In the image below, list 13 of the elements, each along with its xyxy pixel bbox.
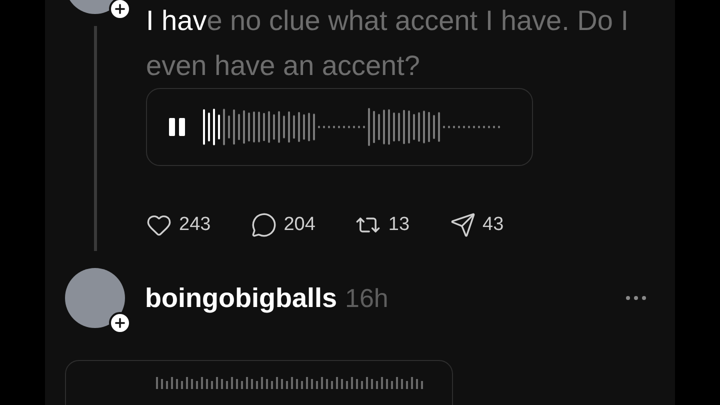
- audio-waveform[interactable]: [203, 107, 503, 147]
- action-count: 43: [482, 213, 504, 237]
- speech-bubble-icon[interactable]: [250, 212, 277, 238]
- action-count: 13: [388, 213, 410, 237]
- paper-plane-icon[interactable]: [450, 212, 476, 238]
- follow-plus-icon[interactable]: [109, 0, 131, 20]
- pause-icon[interactable]: [169, 118, 185, 136]
- action-count: 204: [284, 213, 316, 237]
- post-caption: I have no clue what accent I have. Do I even have an accent?: [146, 4, 630, 83]
- action-count: 243: [179, 213, 211, 237]
- more-options-icon[interactable]: [626, 296, 646, 300]
- username[interactable]: boingobigballs: [145, 278, 337, 318]
- post-time: 16h: [344, 282, 388, 314]
